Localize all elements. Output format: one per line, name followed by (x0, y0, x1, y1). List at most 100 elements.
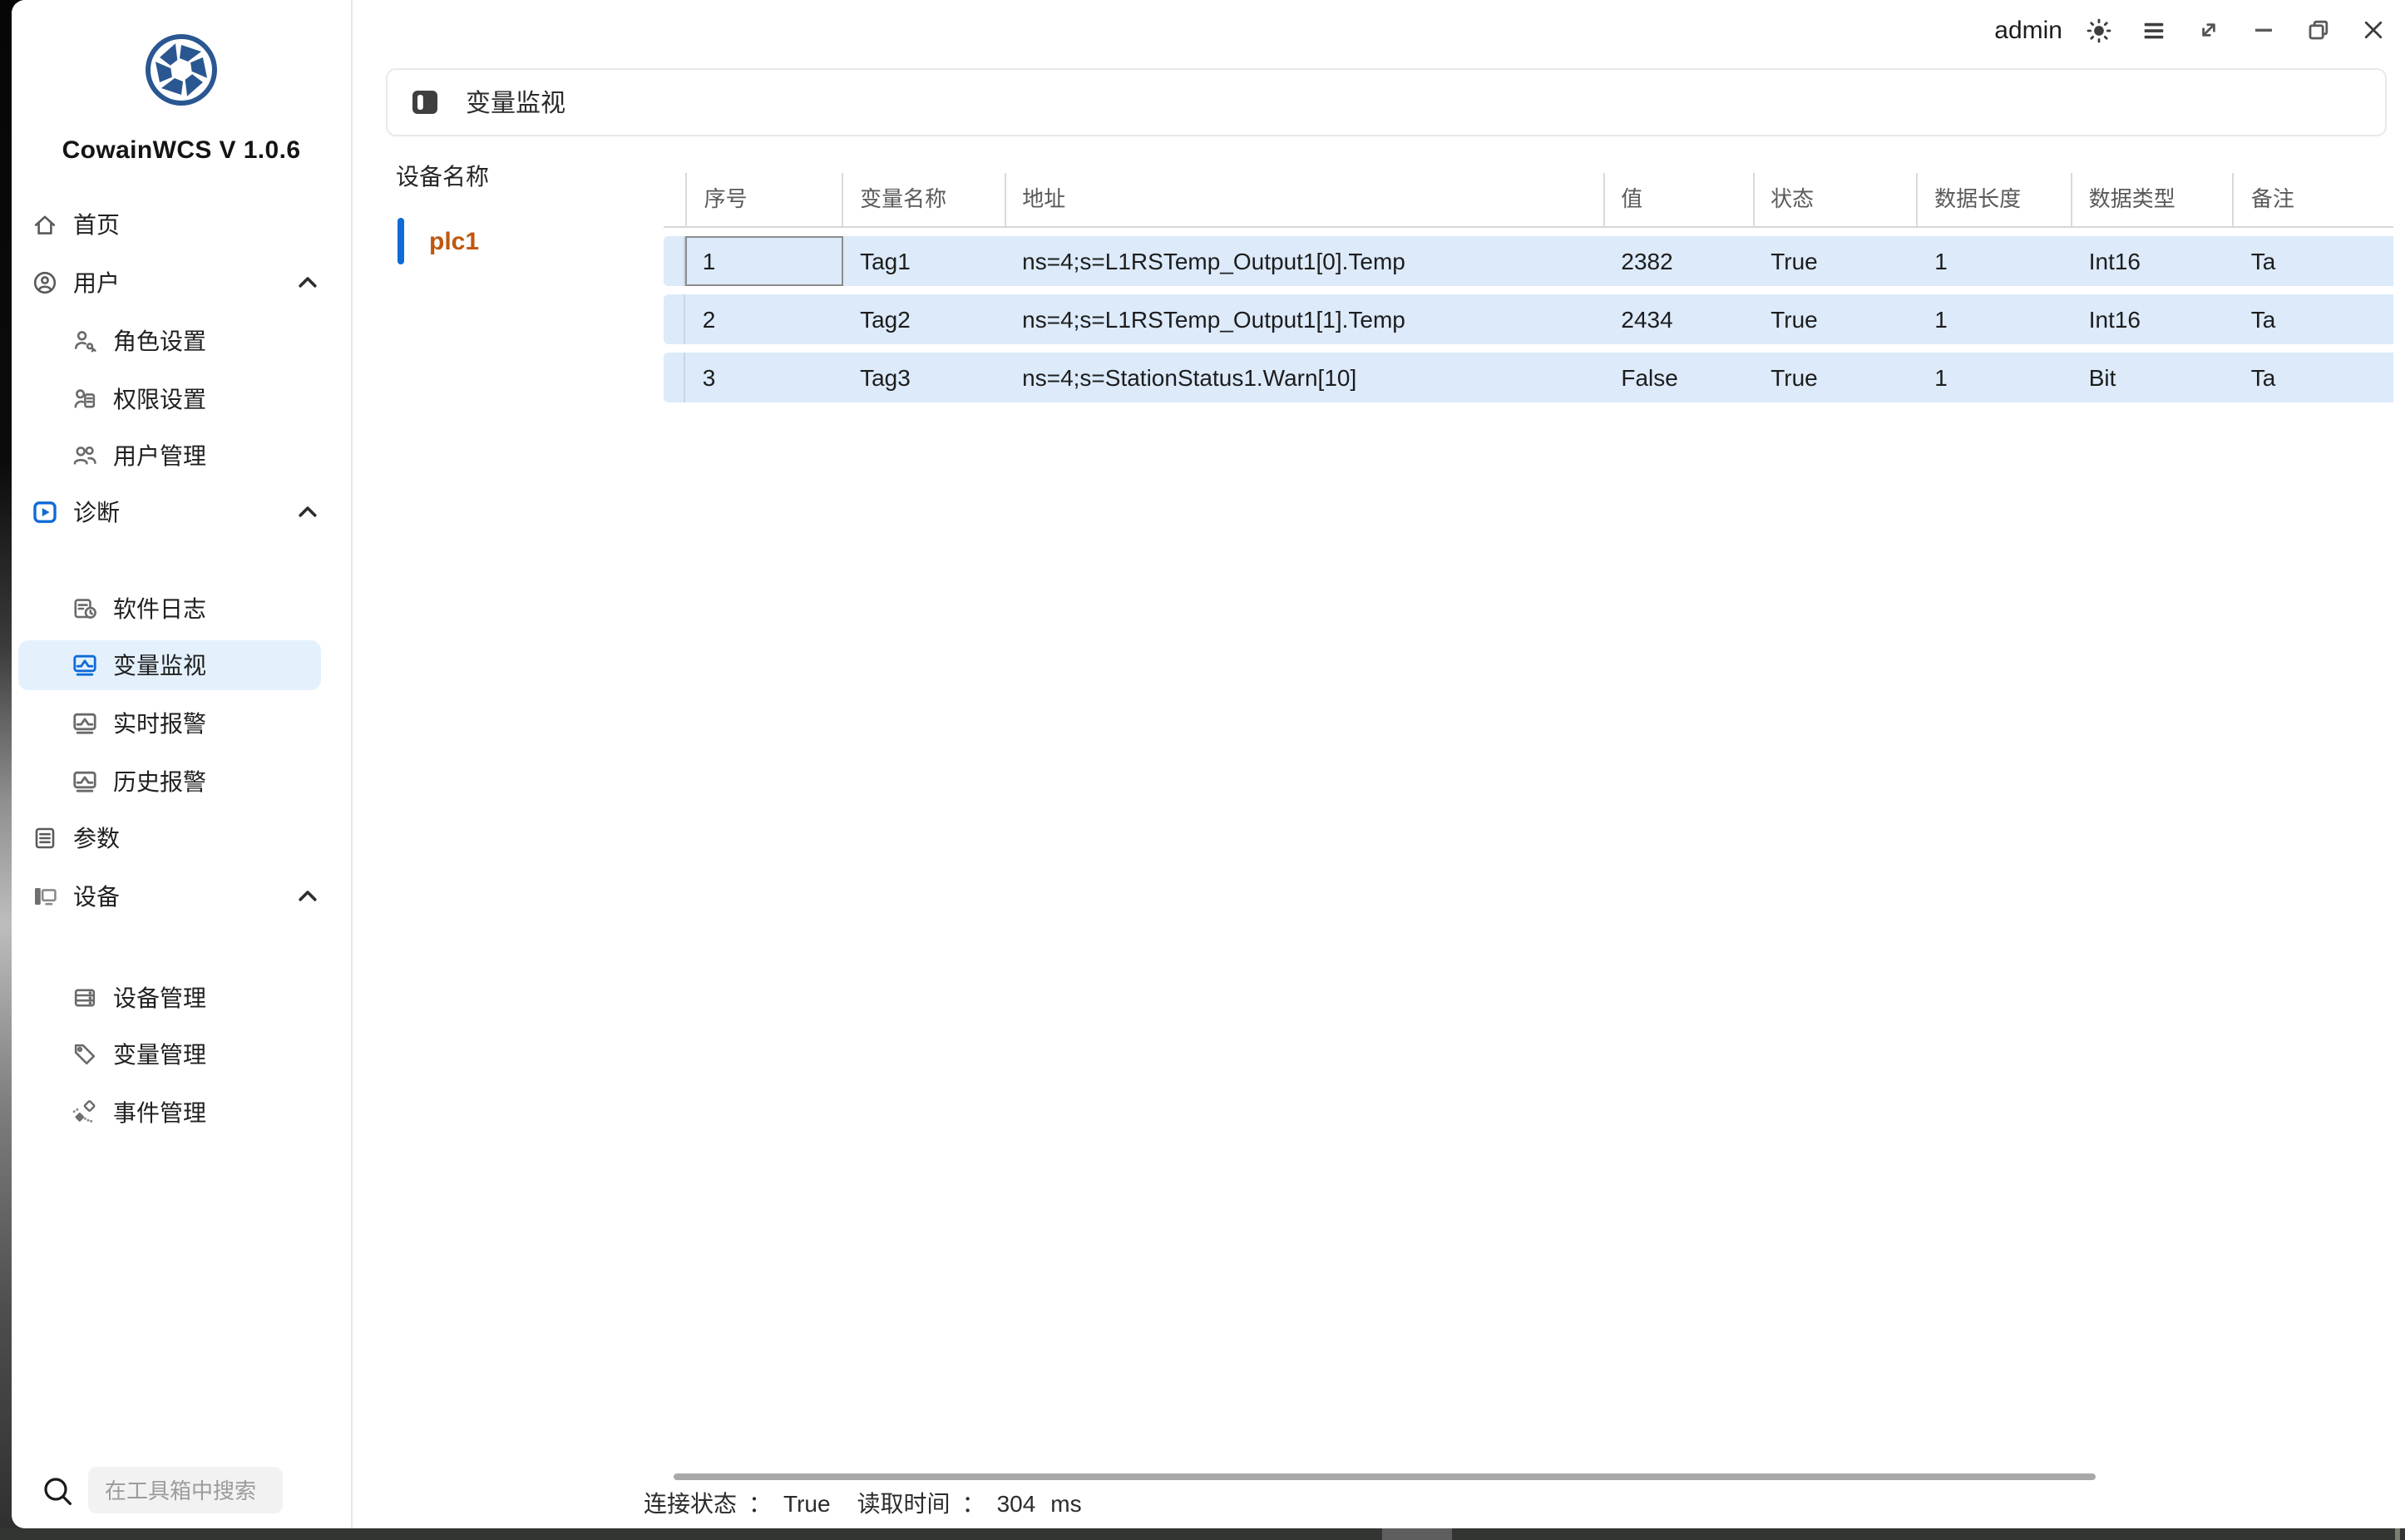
horizontal-scrollbar[interactable] (674, 1473, 2096, 1480)
sidebar-item-variable-monitor[interactable]: 变量监视 (18, 640, 321, 690)
sidebar-item-history-alarm[interactable]: 历史报警 (18, 757, 338, 807)
sidebar-item-label: 设备 (73, 880, 120, 913)
cell-remark[interactable]: Ta (2235, 353, 2393, 402)
panel-layout-icon (411, 88, 439, 116)
cell-type[interactable]: Int16 (2072, 294, 2235, 344)
expand-arrows-icon (2195, 17, 2222, 43)
theme-button[interactable] (2086, 17, 2112, 43)
cell-index[interactable]: 3 (686, 353, 843, 402)
restore-icon (2305, 17, 2332, 43)
sidebar-item-label: 历史报警 (113, 765, 206, 798)
sidebar-item-label: 软件日志 (113, 592, 206, 625)
cell-address[interactable]: ns=4;s=L1RSTemp_Output1[1].Temp (1005, 294, 1604, 344)
toolbox-search (12, 1463, 351, 1523)
sidebar-group-devices[interactable]: 设备 (18, 871, 338, 921)
sidebar-item-label: 诊断 (73, 496, 120, 529)
cell-status[interactable]: True (1754, 236, 1918, 286)
sidebar-item-parameters[interactable]: 参数 (18, 813, 338, 863)
sidebar-item-label: 参数 (73, 822, 120, 855)
cell-address[interactable]: ns=4;s=L1RSTemp_Output1[0].Temp (1005, 236, 1604, 286)
device-name-label: 设备名称 (396, 160, 489, 193)
sidebar-item-event-management[interactable]: 事件管理 (18, 1088, 338, 1138)
table-row[interactable]: 1 Tag1 ns=4;s=L1RSTemp_Output1[0].Temp 2… (664, 236, 2393, 286)
column-header-type[interactable]: 数据类型 (2072, 173, 2235, 226)
cell-remark[interactable]: Ta (2235, 236, 2393, 286)
cell-status[interactable]: True (1754, 353, 1918, 402)
row-header-cell[interactable] (664, 236, 686, 286)
sidebar-item-software-log[interactable]: 软件日志 (18, 584, 338, 634)
column-header-index[interactable]: 序号 (686, 173, 843, 226)
sidebar: CowainWCS V 1.0.6 首页 用户 角色设置 权限设置 (12, 0, 353, 1528)
cell-type[interactable]: Bit (2072, 353, 2235, 402)
cell-name[interactable]: Tag2 (843, 294, 1005, 344)
table-row[interactable]: 2 Tag2 ns=4;s=L1RSTemp_Output1[1].Temp 2… (664, 294, 2393, 344)
sidebar-item-role-settings[interactable]: 角色设置 (18, 316, 338, 366)
app-title: CowainWCS V 1.0.6 (12, 136, 351, 165)
read-time-unit: ms (1050, 1490, 1081, 1517)
rack-icon (72, 985, 98, 1011)
play-square-icon (32, 499, 58, 526)
cell-value[interactable]: 2382 (1604, 236, 1754, 286)
selected-indicator-bar (398, 218, 404, 264)
app-window: CowainWCS V 1.0.6 首页 用户 角色设置 权限设置 (12, 0, 2405, 1528)
sidebar-item-label: 变量监视 (113, 649, 206, 682)
connection-status-value: True (783, 1490, 831, 1517)
cell-name[interactable]: Tag1 (843, 236, 1005, 286)
cell-length[interactable]: 1 (1918, 294, 2072, 344)
hamburger-icon (2141, 16, 2167, 44)
permission-doc-icon (72, 386, 98, 412)
sidebar-item-device-management[interactable]: 设备管理 (18, 973, 338, 1023)
column-header-address[interactable]: 地址 (1005, 173, 1604, 226)
cell-index[interactable]: 2 (686, 294, 843, 344)
sidebar-group-diagnostics[interactable]: 诊断 (18, 487, 338, 537)
read-time-label: 读取时间 (857, 1490, 951, 1517)
tree-item-plc1[interactable]: plc1 (398, 218, 479, 264)
cell-value[interactable]: False (1604, 353, 1754, 402)
column-header-status[interactable]: 状态 (1754, 173, 1918, 226)
chevron-up-icon[interactable] (294, 499, 321, 526)
column-header-name[interactable]: 变量名称 (843, 173, 1005, 226)
cell-remark[interactable]: Ta (2235, 294, 2393, 344)
menu-button[interactable] (2141, 17, 2167, 43)
cell-length[interactable]: 1 (1918, 353, 2072, 402)
minimize-icon (2250, 17, 2277, 43)
variables-table: 序号 变量名称 地址 值 状态 数据长度 数据类型 备注 1 Tag1 ns=4… (664, 173, 2393, 402)
cell-length[interactable]: 1 (1918, 236, 2072, 286)
column-header-length[interactable]: 数据长度 (1918, 173, 2072, 226)
cell-address[interactable]: ns=4;s=StationStatus1.Warn[10] (1005, 353, 1604, 402)
column-header-value[interactable]: 值 (1604, 173, 1754, 226)
restore-button[interactable] (2305, 17, 2332, 43)
taskbar-segment (1382, 1528, 1452, 1540)
column-header-remark[interactable]: 备注 (2235, 173, 2393, 226)
cell-status[interactable]: True (1754, 294, 1918, 344)
sidebar-item-label: 角色设置 (113, 324, 206, 358)
device-name: plc1 (429, 227, 479, 255)
window-topbar: admin (351, 0, 2405, 60)
cell-index[interactable]: 1 (686, 236, 843, 286)
cell-value[interactable]: 2434 (1604, 294, 1754, 344)
sidebar-item-variable-management[interactable]: 变量管理 (18, 1029, 338, 1079)
sidebar-item-realtime-alarm[interactable]: 实时报警 (18, 698, 338, 748)
sidebar-item-label: 用户管理 (113, 439, 206, 472)
users-icon (72, 442, 98, 469)
role-key-icon (72, 328, 98, 354)
row-header-cell[interactable] (664, 353, 686, 402)
chevron-up-icon[interactable] (294, 883, 321, 910)
minimize-button[interactable] (2250, 17, 2277, 43)
row-header-cell[interactable] (664, 294, 686, 344)
sidebar-item-home[interactable]: 首页 (18, 200, 338, 249)
cell-type[interactable]: Int16 (2072, 236, 2235, 286)
sidebar-item-permission-settings[interactable]: 权限设置 (18, 374, 338, 424)
search-icon[interactable] (40, 1473, 77, 1510)
chevron-up-icon[interactable] (294, 269, 321, 296)
toolbox-search-input[interactable] (88, 1467, 283, 1513)
sidebar-item-user-management[interactable]: 用户管理 (18, 431, 338, 481)
close-button[interactable] (2360, 17, 2387, 43)
colon: ： (962, 1490, 985, 1517)
table-header-row: 序号 变量名称 地址 值 状态 数据长度 数据类型 备注 (664, 173, 2393, 228)
table-row[interactable]: 3 Tag3 ns=4;s=StationStatus1.Warn[10] Fa… (664, 353, 2393, 402)
fullscreen-button[interactable] (2195, 17, 2222, 43)
taskbar[interactable] (0, 1528, 2405, 1540)
sidebar-group-users[interactable]: 用户 (18, 258, 338, 308)
cell-name[interactable]: Tag3 (843, 353, 1005, 402)
